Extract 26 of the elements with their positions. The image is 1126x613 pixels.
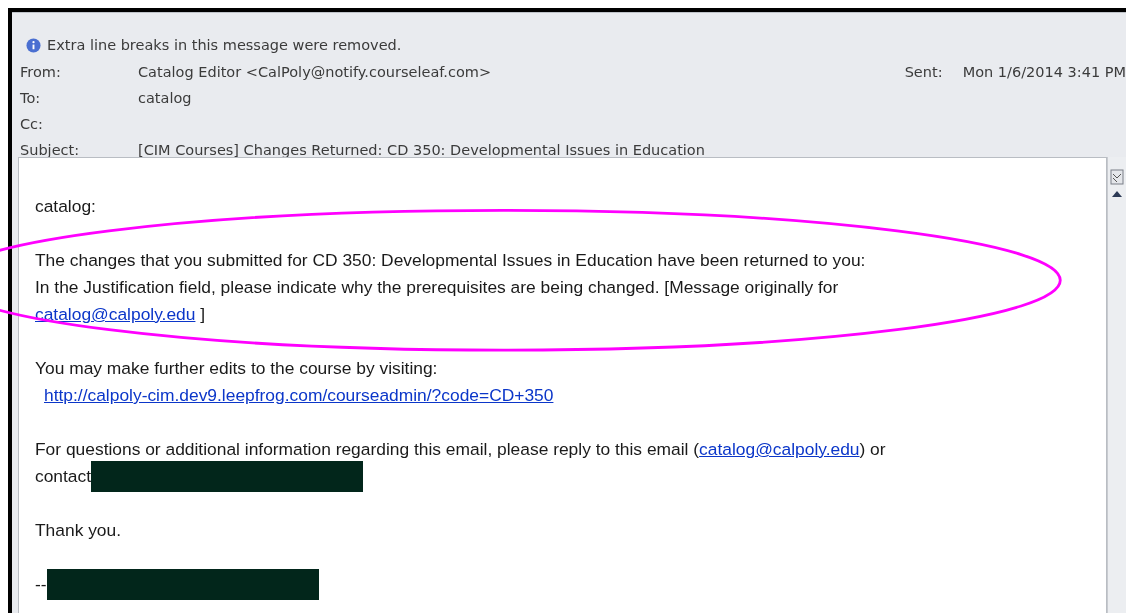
body-text: ]	[199, 304, 206, 325]
body-text: catalog:	[35, 196, 96, 217]
url-link[interactable]: http://calpoly-cim.dev9.leepfrog.com/courseadmin/?code=CD+350	[44, 385, 554, 406]
info-message: Extra line breaks in this message were removed.	[47, 37, 402, 53]
field-label: Subject:	[20, 142, 81, 158]
field-value: Mon 1/6/2014 3:41 PM	[962, 64, 1126, 80]
body-text: --	[35, 574, 47, 595]
body-text: ) or	[859, 439, 886, 460]
body-text: For questions or additional information regarding this email, please reply to this email (	[35, 439, 700, 460]
field-value: Catalog Editor <CalPoly@notify.courseleaf.com>	[138, 64, 492, 80]
body-text: contact	[35, 466, 92, 487]
scroll-up-icon[interactable]	[1111, 189, 1123, 199]
body-text: You may make further edits to the course by visiting:	[35, 358, 438, 379]
field-value: catalog	[138, 90, 192, 106]
body-text: The changes that you submitted for CD 350: Developmental Issues in Education have been returned to you:	[35, 250, 866, 271]
body-text: Thank you.	[35, 520, 122, 541]
field-label: Cc:	[20, 116, 44, 132]
field-value: [CIM Courses] Changes Returned: CD 350: Developmental Issues in Education	[138, 142, 705, 158]
email-link[interactable]: catalog@calpoly.edu	[35, 304, 196, 325]
email-link[interactable]: catalog@calpoly.edu	[699, 439, 860, 460]
expand-icon[interactable]	[1110, 169, 1124, 185]
field-label: To:	[20, 90, 42, 106]
field-label: Sent:	[904, 64, 944, 80]
body-text: In the Justification field, please indicate why the prerequisites are being changed. [Message originally for	[35, 277, 839, 298]
info-icon	[26, 37, 41, 53]
field-label: From:	[20, 64, 62, 80]
